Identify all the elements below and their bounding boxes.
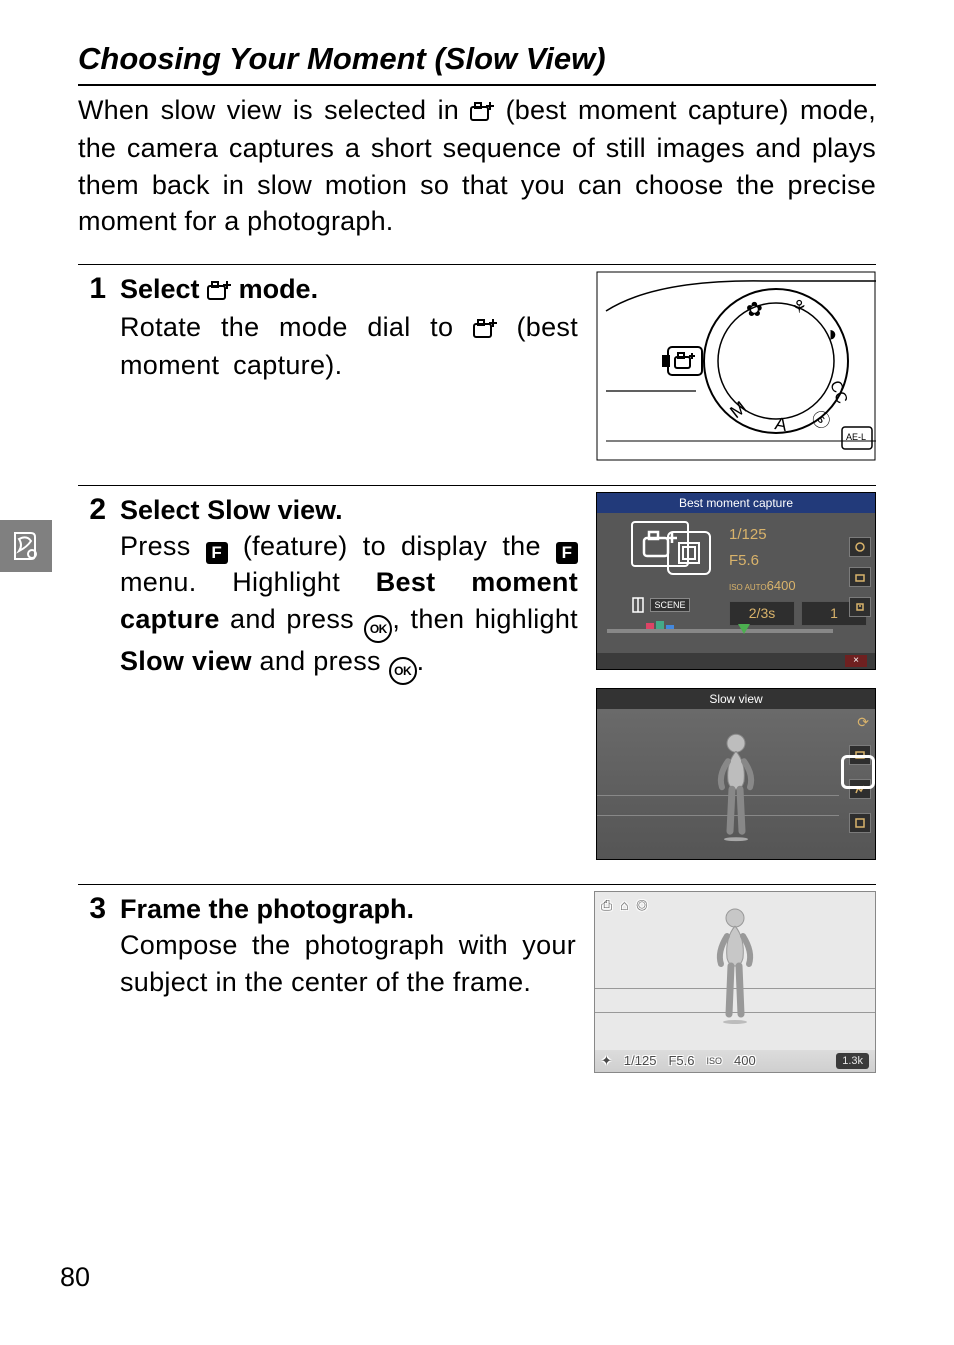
step-2-heading-a: Select xyxy=(120,495,207,525)
side-icon-2 xyxy=(849,567,871,587)
shutter-value: 1/125 xyxy=(624,1052,657,1070)
step-3-screen: ⎙ ⌂ ◎ ✦ xyxy=(594,891,876,1073)
screen-slow-view: Slow view ⟳ xyxy=(596,688,876,860)
step-1-body-a: Rotate the mode dial to xyxy=(120,312,473,342)
status-bar: ✦ 1/125 F5.6 ISO 400 1.3k xyxy=(595,1050,875,1072)
step-3: 3 Frame the photograph. Compose the phot… xyxy=(78,884,876,1073)
screen-title: Best moment capture xyxy=(597,493,875,513)
title-rule xyxy=(78,84,876,86)
close-icon: × xyxy=(845,655,867,667)
svg-text:AE-L: AE-L xyxy=(846,432,866,442)
step-2-screens: Best moment capture xyxy=(596,492,876,860)
step-2-heading-bold: Slow view xyxy=(207,495,335,525)
screen-frame-photograph: ⎙ ⌂ ◎ ✦ xyxy=(594,891,876,1073)
svg-text:◑: ◑ xyxy=(824,321,837,346)
section-title: Choosing Your Moment (Slow View) xyxy=(78,38,876,80)
time-value: 2/3s xyxy=(729,601,795,626)
top-status-icons: ⎙ ⌂ ◎ xyxy=(601,896,650,915)
step-1: 1 Select mode. Rotate the mode dial to (… xyxy=(78,264,876,461)
aperture-value: F5.6 xyxy=(668,1052,694,1070)
iso-label: ISO xyxy=(706,1055,722,1067)
step-number: 2 xyxy=(78,492,106,528)
best-moment-capture-icon xyxy=(473,311,497,347)
step-2-heading: Select Slow view. xyxy=(120,492,578,528)
runner-icon xyxy=(705,906,765,1026)
flash-icon: ✦ xyxy=(601,1052,612,1070)
step-1-heading-a: Select xyxy=(120,274,207,304)
ok-button-icon: OK xyxy=(389,657,417,685)
feature-button-icon: F xyxy=(556,542,578,564)
step-2: 2 Select Slow view. Press F (feature) to… xyxy=(78,485,876,860)
best-moment-capture-icon xyxy=(207,273,231,309)
scene-label: SCENE xyxy=(650,598,689,612)
ok-button-icon: OK xyxy=(364,615,392,643)
shutter-value: 1/125 xyxy=(729,525,767,545)
iso-value: 6400 xyxy=(767,578,796,593)
step-1-heading: Select mode. xyxy=(120,271,578,309)
step-1-heading-b: mode. xyxy=(231,274,318,304)
side-icon-1 xyxy=(849,537,871,557)
mode-dial-illustration: ✿ ⚘ ◑ CC ⓢ A M AE-L xyxy=(596,271,876,461)
screen-title: Slow view xyxy=(597,689,875,709)
intro-paragraph: When slow view is selected in (best mome… xyxy=(78,92,876,240)
side-mode-icons xyxy=(849,537,871,617)
exposure-slider xyxy=(607,629,833,633)
iso-value: 400 xyxy=(734,1052,756,1070)
selection-highlight xyxy=(841,755,875,789)
playback-icon: ⟳ xyxy=(857,713,869,732)
wb-icon xyxy=(630,597,646,613)
feature-button-icon: F xyxy=(206,542,228,564)
runner-icon xyxy=(706,731,766,841)
svg-text:✿: ✿ xyxy=(746,299,763,321)
screen-best-moment-capture: Best moment capture xyxy=(596,492,876,670)
side-icon-3 xyxy=(849,813,871,833)
aperture-value: F5.6 xyxy=(729,551,759,571)
shots-remaining: 1.3k xyxy=(836,1053,869,1070)
best-moment-capture-icon xyxy=(470,94,494,130)
step-2-body: Press F (feature) to display the F menu.… xyxy=(120,528,578,685)
step-1-body: Rotate the mode dial to (best moment cap… xyxy=(120,309,578,384)
manual-page: Choosing Your Moment (Slow View) When sl… xyxy=(0,0,954,1345)
svg-text:⚘: ⚘ xyxy=(791,297,807,317)
page-number: 80 xyxy=(60,1259,90,1295)
intro-a: When slow view is selected in xyxy=(78,95,470,125)
side-tab-icon xyxy=(0,520,52,572)
step-3-heading: Frame the photograph. xyxy=(120,891,576,927)
step-3-body: Compose the photograph with your subject… xyxy=(120,927,576,1000)
step-number: 1 xyxy=(78,271,106,307)
step-2-heading-end: . xyxy=(335,495,343,525)
side-icon-3 xyxy=(849,597,871,617)
step-number: 3 xyxy=(78,891,106,927)
